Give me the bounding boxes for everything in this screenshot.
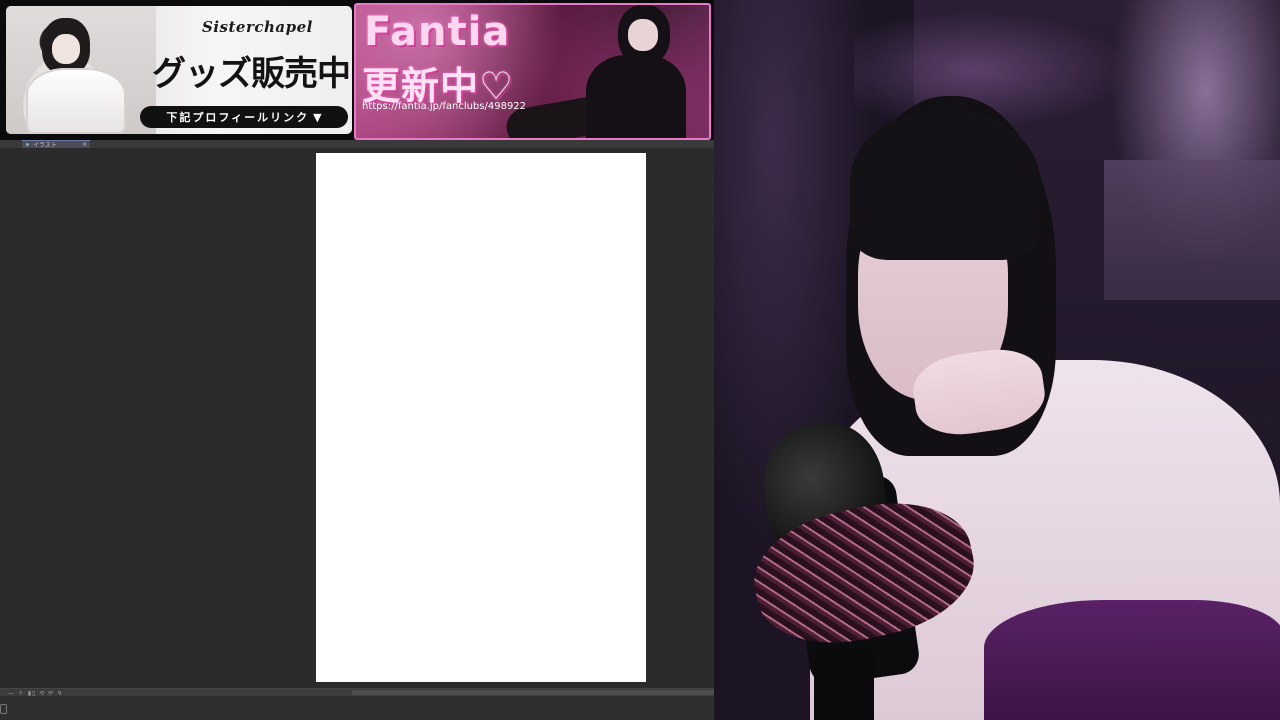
overlay-banner-strip: Sisterchapel グッズ販売中 下記プロフィールリンク ▼ Fantia… [0,0,714,140]
goods-photo-dress [26,68,126,134]
bottom-panel [0,696,714,720]
fantia-model-body [586,55,686,138]
close-icon[interactable]: × [82,141,90,148]
down-arrow-icon: ▼ [313,110,322,124]
fantia-title: Fantia [364,9,511,55]
drawing-canvas[interactable] [316,153,646,682]
goods-headline: グッズ販売中 [152,54,351,94]
horizontal-scrollbar[interactable] [352,690,714,695]
fantia-url: https://fantia.jp/fanclubs/498922 [362,101,527,112]
goods-banner-photo [6,6,156,134]
profile-link-pill: 下記プロフィールリンク ▼ [140,106,348,128]
microphone-stand [814,650,874,720]
purple-cushion [984,600,1280,720]
fantia-banner: Fantia 更新中♡ https://fantia.jp/fanclubs/4… [354,3,711,140]
sisterchapel-logo: Sisterchapel [202,18,313,36]
webcam-feed [714,0,1280,720]
goods-sale-banner: Sisterchapel グッズ販売中 下記プロフィールリンク ▼ [6,6,352,134]
goods-photo-face [52,34,80,64]
canvas-tab[interactable]: イラスト × [22,140,90,149]
drawing-app-window: イラスト × — ＋ ▮▯ ⟲ ⟳ ↯ [0,140,714,720]
room-shelf [1104,160,1280,300]
canvas-tab-bar: イラスト × [0,140,714,149]
profile-link-label: 下記プロフィールリンク [166,111,310,124]
canvas-status-bar: — ＋ ▮▯ ⟲ ⟳ ↯ [0,688,714,697]
tab-status-dot-icon [26,143,29,146]
fantia-model-face [628,19,658,51]
streamer-bangs [850,110,1040,260]
canvas-tab-label: イラスト [33,142,57,149]
panel-toggle-icon[interactable] [0,704,7,714]
